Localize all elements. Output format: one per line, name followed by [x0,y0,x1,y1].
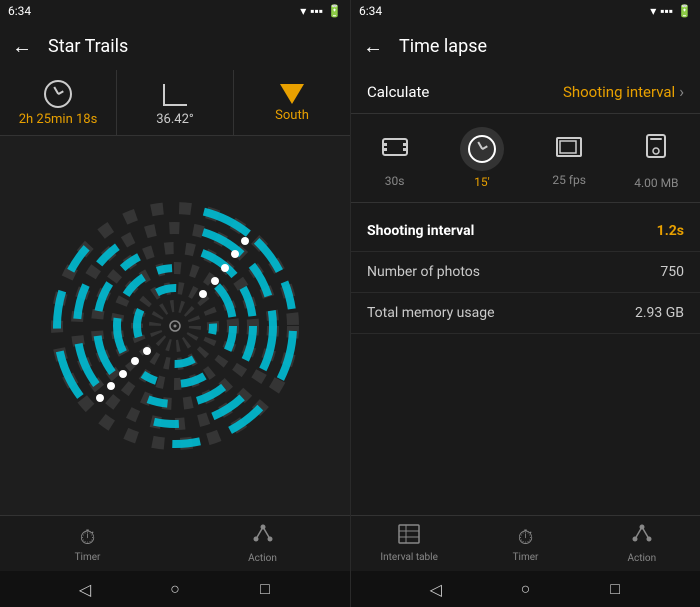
action-nav-icon [252,523,274,550]
storage-icon [645,134,667,160]
right-nav-timer[interactable]: ⏱ Timer [467,525,583,563]
left-nav-timer[interactable]: ⏱ Timer [0,525,175,563]
direction-cell[interactable]: South [234,70,350,135]
right-status-time: 6:34 [359,4,382,18]
clock-icon [44,80,72,108]
mode-fps-label: 25 fps [552,173,586,187]
right-action-nav-icon [631,523,653,550]
calculate-label: Calculate [367,83,429,101]
table-row-shooting-interval: Shooting interval 1.2s [351,211,700,252]
mode-timer[interactable]: 15' [438,122,525,194]
left-status-icons: ▾ ▪▪▪ 🔋 [300,4,342,18]
left-status-time: 6:34 [8,4,31,18]
timer-nav-label: Timer [75,552,101,563]
recents-system-button[interactable]: □ [255,579,275,599]
mode-fps[interactable]: 25 fps [526,122,613,194]
mode-timer-icon-wrap [460,127,504,171]
right-system-bar: ◁ ○ □ [351,571,700,607]
timer-cell[interactable]: 2h 25min 18s [0,70,117,135]
left-top-bar: ← Star Trails [0,22,350,70]
left-bottom-nav: ⏱ Timer Action [0,515,350,571]
memory-label: Total memory usage [367,305,495,321]
home-system-button[interactable]: ○ [165,579,185,599]
mode-timer-label: 15' [474,175,490,189]
r-home-system-button[interactable]: ○ [515,579,535,599]
num-photos-value: 750 [660,264,684,280]
left-panel: 6:34 ▾ ▪▪▪ 🔋 ← Star Trails 2h 25min 18s … [0,0,350,607]
interval-table-nav-label: Interval table [380,552,437,563]
table-row-photos: Number of photos 750 [351,252,700,293]
left-status-bar: 6:34 ▾ ▪▪▪ 🔋 [0,0,350,22]
wifi-icon: ▾ [300,4,306,18]
timer-nav-icon: ⏱ [80,525,96,549]
right-nav-interval-table[interactable]: Interval table [351,524,467,563]
calculate-row[interactable]: Calculate Shooting interval › [351,70,700,114]
right-status-icons: ▾ ▪▪▪ 🔋 [650,4,692,18]
mode-film-label: 30s [385,174,405,188]
star-trails-svg [35,186,315,466]
angle-icon [161,80,189,108]
mode-icons-row: 30s 15' 25 fps [351,114,700,203]
back-system-button[interactable]: ◁ [75,579,95,599]
mode-storage[interactable]: 4.00 MB [613,122,700,194]
right-top-bar: ← Time lapse [351,22,700,70]
fps-icon [556,137,582,157]
data-table: Shooting interval 1.2s Number of photos … [351,203,700,515]
right-back-button[interactable]: ← [363,34,383,59]
angle-value: 36.42° [156,112,194,127]
r-signal-icon: ▪▪▪ [660,4,673,18]
left-title: Star Trails [48,36,128,57]
r-battery-icon: 🔋 [677,4,692,18]
right-nav-action[interactable]: Action [584,523,700,564]
shooting-interval-row-value: 1.2s [657,223,684,239]
mode-clock-icon [468,135,496,163]
film-icon-wrap [374,128,416,170]
fps-icon-wrap [548,129,590,169]
action-nav-label: Action [248,553,277,564]
mode-film[interactable]: 30s [351,122,438,194]
r-back-system-button[interactable]: ◁ [426,579,446,599]
right-timer-nav-icon: ⏱ [518,525,534,549]
shooting-interval-selector[interactable]: Shooting interval › [563,82,684,101]
right-status-bar: 6:34 ▾ ▪▪▪ 🔋 [351,0,700,22]
chevron-right-icon: › [679,82,684,101]
interval-table-nav-icon [398,524,420,549]
table-row-memory: Total memory usage 2.93 GB [351,293,700,334]
num-photos-label: Number of photos [367,264,480,280]
battery-icon: 🔋 [327,4,342,18]
timer-value: 2h 25min 18s [19,112,98,127]
info-row: 2h 25min 18s 36.42° South [0,70,350,136]
mode-storage-label: 4.00 MB [634,176,678,190]
left-system-bar: ◁ ○ □ [0,571,350,607]
angle-cell[interactable]: 36.42° [117,70,234,135]
memory-value: 2.93 GB [635,305,684,321]
right-panel: 6:34 ▾ ▪▪▪ 🔋 ← Time lapse Calculate Shoo… [350,0,700,607]
direction-value: South [275,108,309,123]
star-trails-canvas [0,136,350,515]
film-icon [382,136,408,158]
shooting-interval-row-label: Shooting interval [367,223,474,239]
storage-icon-wrap [637,126,675,172]
left-nav-action[interactable]: Action [175,523,350,564]
shooting-interval-value: Shooting interval [563,83,675,101]
direction-icon [280,84,304,104]
r-wifi-icon: ▾ [650,4,656,18]
right-bottom-nav: Interval table ⏱ Timer Action [351,515,700,571]
right-timer-nav-label: Timer [513,552,539,563]
r-recents-system-button[interactable]: □ [605,579,625,599]
left-back-button[interactable]: ← [12,34,32,59]
right-title: Time lapse [399,36,487,57]
right-action-nav-label: Action [627,553,656,564]
signal-icon: ▪▪▪ [310,4,323,18]
